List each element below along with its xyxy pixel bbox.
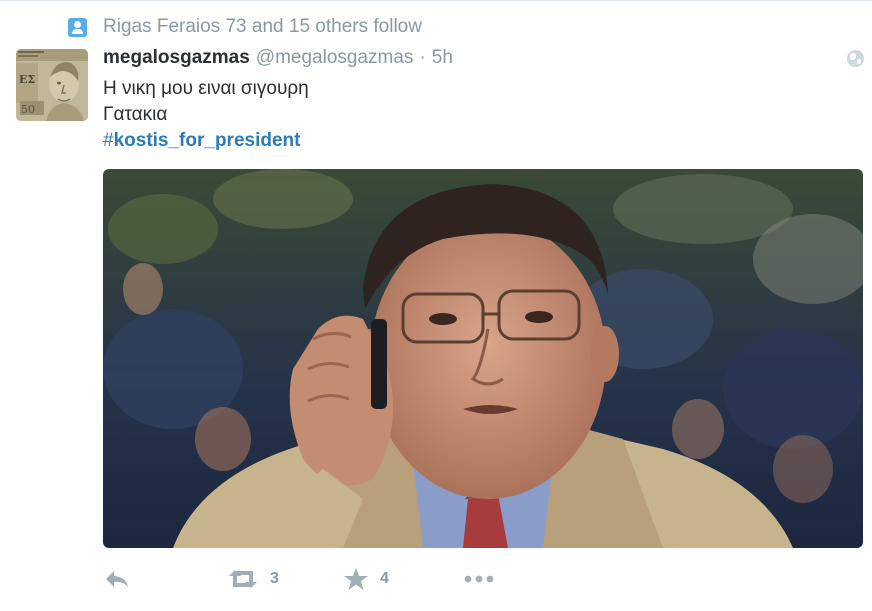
avatar[interactable]: ΕΣ 50 (16, 49, 88, 121)
favorite-button[interactable]: 4 (344, 566, 389, 592)
reply-button[interactable] (104, 566, 130, 592)
svg-text:ΕΣ: ΕΣ (19, 73, 35, 86)
retweet-button[interactable]: 3 (228, 566, 279, 592)
retweet-icon (229, 570, 257, 588)
tweet[interactable]: Rigas Feraios 73 and 15 others follow ΕΣ… (0, 0, 872, 611)
globe-icon (847, 50, 864, 67)
tweet-text: Η νικη μου ειναι σιγουρη Γατακια #kostis… (103, 76, 309, 154)
tweet-photo[interactable] (103, 169, 863, 548)
tweet-text-line: Γατακια (103, 104, 168, 125)
svg-text:50: 50 (21, 103, 35, 116)
hashtag-symbol: # (103, 130, 114, 151)
tweet-header: megalosgazmas @megalosgazmas · 5h (103, 47, 453, 73)
reply-icon (106, 571, 128, 587)
favorite-count: 4 (380, 570, 389, 587)
tweet-actions: 3 4 (104, 566, 524, 592)
hashtag-link[interactable]: #kostis_for_president (103, 128, 309, 154)
author-username[interactable]: @megalosgazmas (256, 47, 414, 69)
more-dots-icon (464, 575, 494, 583)
social-context-text: Rigas Feraios 73 and 15 others follow (103, 16, 422, 37)
tweet-timestamp[interactable]: 5h (432, 47, 453, 69)
hashtag-text: kostis_for_president (113, 130, 301, 151)
social-context: Rigas Feraios 73 and 15 others follow (68, 15, 422, 39)
header-separator: · (419, 47, 426, 68)
star-icon (344, 568, 368, 590)
more-options-button[interactable] (464, 566, 494, 592)
follow-person-icon (68, 17, 87, 37)
tweet-text-line: Η νικη μου ειναι σιγουρη (103, 78, 309, 99)
author-fullname[interactable]: megalosgazmas (103, 47, 250, 69)
retweet-count: 3 (270, 570, 279, 587)
